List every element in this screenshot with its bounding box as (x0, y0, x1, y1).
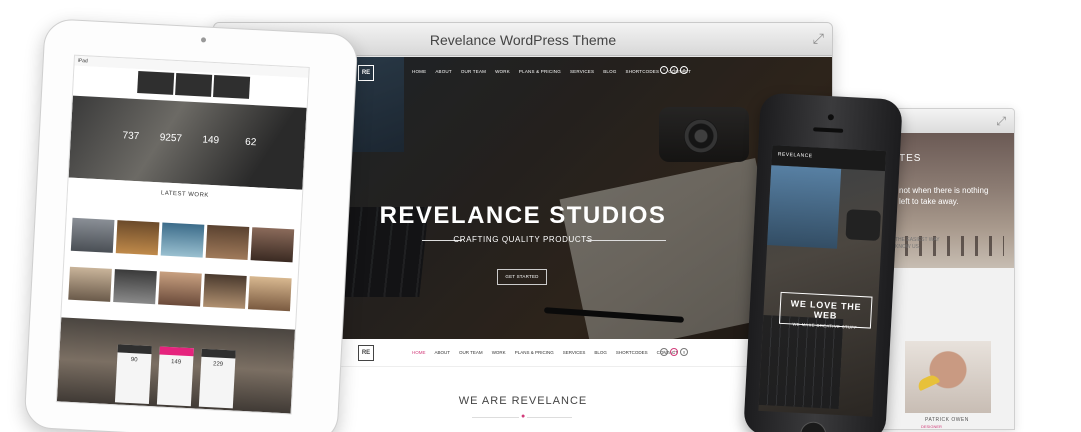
nav-our-team[interactable]: OUR TEAM (459, 350, 483, 355)
pricing-card-header (201, 348, 236, 359)
secondary-small-text: THE EASIEST WAY KNOW US. (895, 237, 940, 250)
portfolio-thumbnail[interactable] (247, 276, 292, 312)
twitter-icon[interactable]: t (660, 66, 668, 74)
facebook-icon[interactable]: f (670, 66, 678, 74)
get-started-button[interactable]: GET STARTED (497, 269, 547, 285)
thumbnail-caption (70, 254, 112, 266)
thumbnail-caption (115, 256, 157, 268)
location-pin-icon: ● (519, 413, 528, 420)
stat-value: 9257 (159, 132, 183, 145)
nav-plans-pricing[interactable]: PLANS & PRICING (519, 69, 561, 74)
pricing-card-value: 149 (170, 359, 182, 366)
nav-work[interactable]: WORK (495, 69, 510, 74)
portfolio-thumbnail[interactable] (113, 269, 157, 305)
ipad-screen: iPad 737 9257 149 62 LATEST WORK 90 149 … (55, 54, 310, 415)
iphone-speaker (813, 127, 844, 133)
nav-home[interactable]: HOME (412, 69, 426, 74)
divider (586, 240, 666, 241)
portfolio-thumbnail[interactable] (115, 220, 160, 256)
camera-image (845, 209, 882, 241)
latest-work-title: LATEST WORK (160, 190, 209, 199)
thumbnail-caption (250, 263, 292, 275)
pricing-section: 90 149 229 (56, 317, 295, 414)
nav-blog[interactable]: BLOG (603, 69, 616, 74)
nav-shortcodes[interactable]: SHORTCODES (626, 69, 660, 74)
pricing-card[interactable]: 90 (114, 344, 152, 405)
hero-navigation: HOME ABOUT OUR TEAM WORK PLANS & PRICING… (412, 69, 691, 74)
iphone-device: REVELANCE WE LOVE THE WEB WE MAKE CREATI… (743, 92, 903, 432)
team-member-name: PATRICK OWEN (925, 417, 969, 423)
portfolio-thumbnail[interactable] (205, 224, 250, 260)
portfolio-thumbnail[interactable] (68, 266, 112, 302)
thumbnail-caption (160, 258, 202, 270)
google-plus-icon[interactable]: g (680, 348, 688, 356)
portfolio-thumbnail[interactable] (70, 217, 115, 253)
facebook-icon[interactable]: f (670, 348, 678, 356)
nav-about[interactable]: ABOUT (435, 350, 451, 355)
portfolio-thumbnail[interactable] (160, 222, 205, 258)
pricing-card-value: 229 (212, 361, 224, 368)
portfolio-grid (68, 217, 295, 312)
nav-home[interactable]: HOME (412, 350, 426, 355)
stat-value: 62 (244, 136, 257, 149)
keyboard-image (758, 314, 844, 410)
twitter-icon[interactable]: t (660, 348, 668, 356)
main-navigation: HOME ABOUT OUR TEAM WORK PLANS & PRICING… (412, 350, 678, 355)
nav-work[interactable]: WORK (492, 350, 506, 355)
nav-our-team[interactable]: OUR TEAM (461, 69, 486, 74)
google-plus-icon[interactable]: g (680, 66, 688, 74)
pricing-column (137, 71, 175, 95)
pricing-card-header (159, 346, 194, 357)
nav-shortcodes[interactable]: SHORTCODES (616, 350, 648, 355)
nav-blog[interactable]: BLOG (594, 350, 607, 355)
ipad-device: iPad 737 9257 149 62 LATEST WORK 90 149 … (23, 18, 359, 432)
nav-services[interactable]: SERVICES (563, 350, 586, 355)
social-icons: t f g (660, 348, 688, 356)
pricing-column (175, 73, 213, 97)
iphone-screen: REVELANCE WE LOVE THE WEB WE MAKE CREATI… (758, 145, 887, 417)
site-logo[interactable]: RE (358, 65, 374, 81)
secondary-hero-text: not when there is nothing left to take a… (899, 186, 989, 207)
portfolio-thumbnail[interactable] (250, 227, 295, 263)
secondary-hero-title: TES (899, 153, 922, 164)
iphone-home-button[interactable] (799, 421, 827, 432)
pricing-card-header (117, 344, 152, 355)
stats-section: 737 9257 149 62 (68, 95, 307, 190)
team-member-role: DESIGNER (921, 424, 942, 429)
expand-icon[interactable]: ⤢ (996, 114, 1006, 129)
nav-plans-pricing[interactable]: PLANS & PRICING (515, 350, 554, 355)
mobile-banner: WE LOVE THE WEB WE MAKE CREATIVE STUFF (778, 291, 873, 330)
nav-services[interactable]: SERVICES (570, 69, 594, 74)
stat-value: 149 (202, 134, 220, 147)
nav-about[interactable]: ABOUT (435, 69, 452, 74)
iphone-front-camera (827, 114, 835, 121)
pricing-column (213, 75, 251, 99)
mobile-logo[interactable]: REVELANCE (778, 151, 813, 159)
portfolio-thumbnail[interactable] (158, 271, 202, 307)
pricing-card-value: 90 (130, 357, 138, 364)
mobile-banner-title: WE LOVE THE WEB (790, 298, 862, 321)
expand-icon[interactable]: ⤢ (813, 30, 824, 47)
pricing-card[interactable]: 149 (156, 346, 194, 407)
thumbnail-caption (205, 261, 247, 273)
ipad-camera (200, 37, 207, 43)
laptop-screen-image (767, 165, 842, 249)
stat-value: 737 (122, 130, 140, 143)
portfolio-thumbnail[interactable] (203, 273, 247, 309)
site-logo[interactable]: RE (358, 345, 374, 361)
hero-social-icons: t f g (660, 66, 688, 74)
pricing-card[interactable]: 229 (198, 348, 236, 409)
team-member-photo (905, 341, 991, 413)
